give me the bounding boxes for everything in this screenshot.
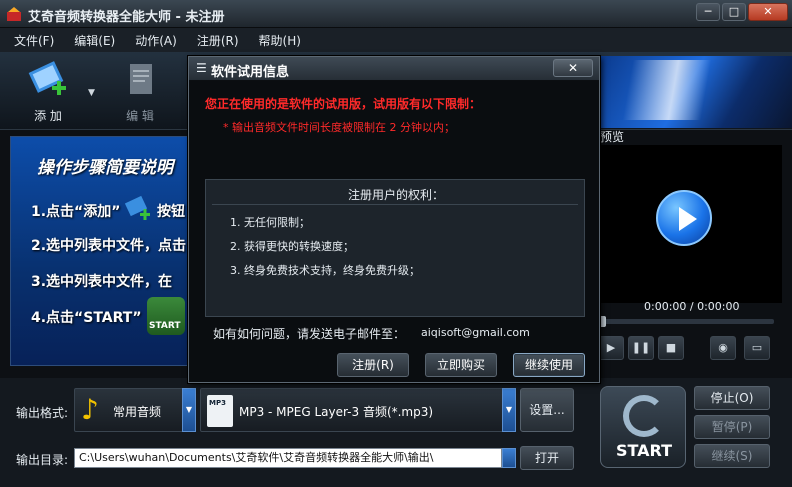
add-button-label: 添 加 (34, 109, 62, 123)
start-button[interactable]: START (600, 386, 686, 468)
window-title: 艾奇音频转换器全能大师 - 未注册 (28, 10, 225, 25)
format-category-select[interactable]: ♪ 常用音频 (74, 388, 196, 432)
instructions-title: 操作步骤简要说明 (37, 158, 173, 178)
format-dropdown[interactable]: ▼ (502, 388, 516, 432)
output-dir-scroll[interactable] (502, 448, 516, 468)
stop-conversion-button[interactable]: 停止(O) (694, 386, 770, 410)
minimize-button[interactable]: ─ (696, 3, 720, 21)
seek-bar[interactable] (600, 319, 774, 324)
play-button[interactable]: ▶ (598, 336, 624, 360)
instruction-step-2: 2.选中列表中文件，点击 (31, 238, 187, 254)
stop-button[interactable]: ■ (658, 336, 684, 360)
add-dropdown-arrow-icon[interactable]: ▼ (88, 88, 95, 98)
add-video-icon (28, 61, 66, 95)
menu-help[interactable]: 帮助(H) (259, 32, 301, 49)
maximize-button[interactable]: □ (722, 3, 746, 21)
register-button[interactable]: 注册(R) (337, 353, 409, 377)
title-bar: 艾奇音频转换器全能大师 - 未注册 ─ □ ✕ (0, 0, 792, 28)
trial-info-dialog: ☰ 软件试用信息 ✕ 您正在使用的是软件的试用版，试用版有以下限制： * 输出音… (188, 56, 600, 383)
banner-flash (620, 60, 740, 120)
settings-button[interactable]: 设置... (520, 388, 574, 432)
menu-bar: 文件(F) 编辑(E) 动作(A) 注册(R) 帮助(H) (0, 28, 792, 52)
rights-item: 2. 获得更快的转换速度； (230, 240, 354, 253)
snapshot-camera-icon[interactable]: ◉ (710, 336, 736, 360)
edit-icon (130, 64, 152, 94)
add-video-icon (124, 195, 150, 220)
music-note-icon: ♪ (81, 393, 99, 426)
edit-button[interactable]: 编 辑 (112, 60, 168, 124)
buy-now-button[interactable]: 立即购买 (425, 353, 497, 377)
menu-edit[interactable]: 编辑(E) (74, 32, 115, 49)
output-dir-label: 输出目录: (16, 453, 69, 467)
playback-time: 0:00:00 / 0:00:00 (644, 300, 740, 313)
add-button[interactable]: 添 加 (20, 60, 76, 124)
rights-divider (212, 204, 578, 205)
instructions-panel: 操作步骤简要说明 1.点击“添加” 按钮 2.选中列表中文件，点击 3.选中列表… (10, 136, 190, 366)
start-badge-icon: START (147, 297, 185, 335)
trial-warning: 您正在使用的是软件的试用版，试用版有以下限制： (205, 97, 482, 111)
rights-item: 1. 无任何限制； (230, 216, 310, 229)
dialog-title-bar: ☰ 软件试用信息 ✕ (189, 57, 599, 81)
continue-trial-button[interactable]: 继续使用 (513, 353, 585, 377)
start-button-label: START (615, 441, 673, 460)
preview-label: 预览 (600, 130, 625, 144)
pause-button[interactable]: ❚❚ (628, 336, 654, 360)
instruction-step-3: 3.选中列表中文件，在 (31, 274, 173, 290)
convert-icon (623, 395, 665, 437)
format-select[interactable]: MP3 MP3 - MPEG Layer-3 音频(*.mp3) (200, 388, 516, 432)
start-badge-label: START (149, 321, 181, 331)
continue-conversion-button[interactable]: 继续(S) (694, 444, 770, 468)
dialog-menu-icon[interactable]: ☰ (196, 61, 207, 75)
rights-item: 3. 终身免费技术支持，终身免费升级； (230, 264, 420, 277)
menu-action[interactable]: 动作(A) (135, 32, 177, 49)
app-logo-icon (7, 7, 21, 21)
output-dir-field[interactable]: C:\Users\wuhan\Documents\艾奇软件\艾奇音频转换器全能大… (74, 448, 502, 468)
dialog-close-button[interactable]: ✕ (553, 59, 593, 77)
format-category-value: 常用音频 (113, 405, 162, 419)
open-folder-icon[interactable]: ▭ (744, 336, 770, 360)
trial-limit: * 输出音频文件时间长度被限制在 2 分钟以内； (223, 121, 455, 134)
registered-rights-box: 注册用户的权利： 1. 无任何限制； 2. 获得更快的转换速度； 3. 终身免费… (205, 179, 585, 317)
contact-email[interactable]: aiqisoft@gmail.com (421, 326, 530, 339)
play-icon[interactable] (656, 190, 712, 246)
contact-text: 如有如何问题，请发送电子邮件至： (213, 327, 406, 341)
edit-button-label: 编 辑 (126, 109, 154, 123)
instruction-step-4: 4.点击“START” (31, 310, 142, 326)
open-dir-button[interactable]: 打开 (520, 446, 574, 470)
pause-conversion-button[interactable]: 暂停(P) (694, 415, 770, 439)
format-category-dropdown[interactable]: ▼ (182, 388, 196, 432)
format-value: MP3 - MPEG Layer-3 音频(*.mp3) (239, 405, 434, 419)
rights-title: 注册用户的权利： (347, 188, 444, 202)
dialog-title: 软件试用信息 (211, 65, 290, 80)
output-format-label: 输出格式: (16, 406, 69, 420)
instruction-step-1: 1.点击“添加” (31, 204, 121, 220)
menu-file[interactable]: 文件(F) (14, 32, 54, 49)
mp3-file-icon: MP3 (207, 395, 233, 427)
instruction-step-1-suffix: 按钮 (157, 204, 185, 220)
menu-register[interactable]: 注册(R) (197, 32, 239, 49)
close-button[interactable]: ✕ (748, 3, 788, 21)
